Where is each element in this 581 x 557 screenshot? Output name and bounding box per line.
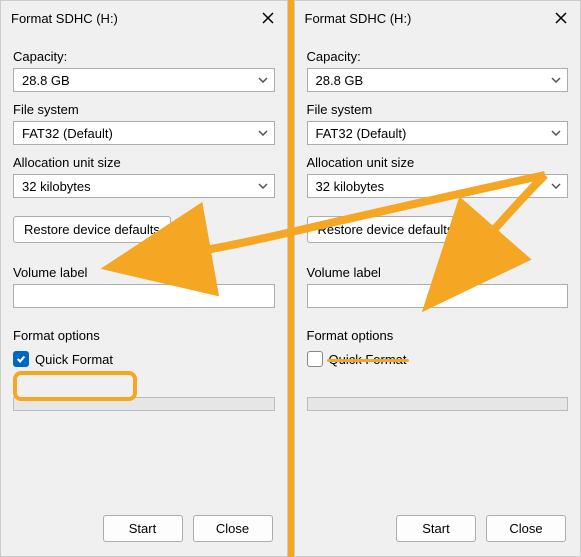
chevron-down-icon: [551, 181, 561, 191]
alloc-value: 32 kilobytes: [316, 179, 385, 194]
format-options-label: Format options: [13, 328, 275, 343]
volume-label-input[interactable]: [13, 284, 275, 308]
alloc-label: Allocation unit size: [307, 155, 569, 170]
restore-defaults-button[interactable]: Restore device defaults: [13, 216, 171, 243]
capacity-label: Capacity:: [307, 49, 569, 64]
titlebar: Format SDHC (H:): [1, 1, 287, 35]
alloc-select[interactable]: 32 kilobytes: [13, 174, 275, 198]
chevron-down-icon: [258, 181, 268, 191]
chevron-down-icon: [258, 128, 268, 138]
progress-bar: [307, 397, 569, 411]
filesystem-select[interactable]: FAT32 (Default): [307, 121, 569, 145]
restore-defaults-button[interactable]: Restore device defaults: [307, 216, 465, 243]
capacity-value: 28.8 GB: [316, 73, 364, 88]
filesystem-label: File system: [307, 102, 569, 117]
chevron-down-icon: [551, 75, 561, 85]
filesystem-select[interactable]: FAT32 (Default): [13, 121, 275, 145]
capacity-label: Capacity:: [13, 49, 275, 64]
alloc-select[interactable]: 32 kilobytes: [307, 174, 569, 198]
volume-label-label: Volume label: [13, 265, 275, 280]
capacity-value: 28.8 GB: [22, 73, 70, 88]
close-button[interactable]: Close: [486, 515, 566, 542]
window-title: Format SDHC (H:): [305, 11, 412, 26]
filesystem-value: FAT32 (Default): [22, 126, 113, 141]
quick-format-checkbox[interactable]: [307, 351, 323, 367]
alloc-value: 32 kilobytes: [22, 179, 91, 194]
close-icon[interactable]: [259, 9, 277, 27]
capacity-select[interactable]: 28.8 GB: [13, 68, 275, 92]
start-button[interactable]: Start: [396, 515, 476, 542]
close-icon[interactable]: [552, 9, 570, 27]
filesystem-value: FAT32 (Default): [316, 126, 407, 141]
alloc-label: Allocation unit size: [13, 155, 275, 170]
titlebar: Format SDHC (H:): [295, 1, 581, 35]
quick-format-row[interactable]: Quick Format: [307, 351, 569, 367]
filesystem-label: File system: [13, 102, 275, 117]
start-button[interactable]: Start: [103, 515, 183, 542]
quick-format-label: Quick Format: [329, 352, 407, 367]
quick-format-row[interactable]: Quick Format: [13, 351, 275, 367]
format-options-label: Format options: [307, 328, 569, 343]
close-button[interactable]: Close: [193, 515, 273, 542]
format-dialog-left: Format SDHC (H:) Capacity: 28.8 GB File …: [0, 0, 288, 557]
quick-format-label: Quick Format: [35, 352, 113, 367]
quick-format-checkbox[interactable]: [13, 351, 29, 367]
window-title: Format SDHC (H:): [11, 11, 118, 26]
chevron-down-icon: [551, 128, 561, 138]
capacity-select[interactable]: 28.8 GB: [307, 68, 569, 92]
format-dialog-right: Format SDHC (H:) Capacity: 28.8 GB File …: [294, 0, 581, 557]
volume-label-input[interactable]: [307, 284, 569, 308]
chevron-down-icon: [258, 75, 268, 85]
progress-bar: [13, 397, 275, 411]
volume-label-label: Volume label: [307, 265, 569, 280]
